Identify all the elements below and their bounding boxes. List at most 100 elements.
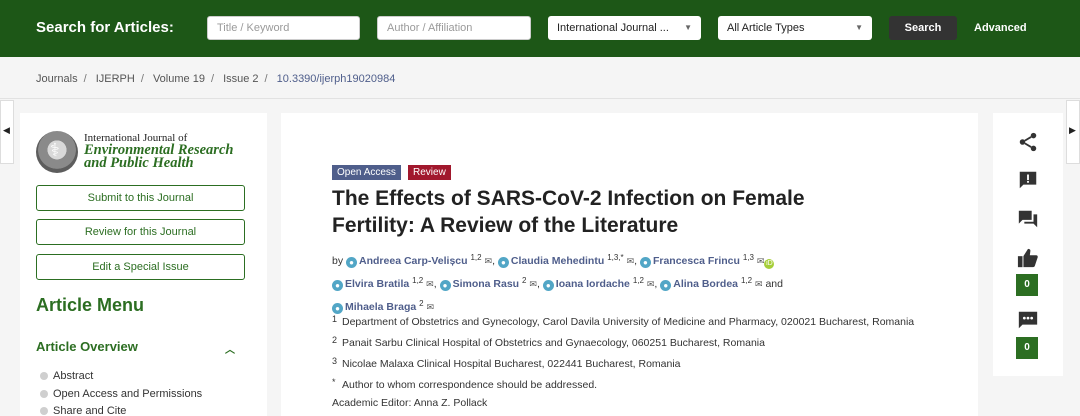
- and-label: and: [765, 278, 783, 290]
- author-affil: 1,2: [412, 276, 424, 285]
- search-button[interactable]: Search: [889, 16, 957, 40]
- search-bar: Search for Articles: International Journ…: [0, 0, 1080, 57]
- review-button[interactable]: Review for this Journal: [36, 219, 245, 245]
- journal-logo[interactable]: ⚕: [36, 131, 78, 173]
- author-name[interactable]: Francesca Frincu: [653, 255, 740, 267]
- affiliation-text: Nicolae Malaxa Clinical Hospital Buchare…: [342, 358, 681, 370]
- user-icon: ●: [542, 280, 554, 291]
- affiliation-number: 3: [332, 356, 338, 366]
- author-affil: 1,2: [470, 253, 482, 262]
- journal-name-line3: and Public Health: [84, 155, 194, 171]
- author[interactable]: ● Elvira Bratila 1,2 ✉: [332, 276, 434, 291]
- bullet-icon: [40, 390, 48, 398]
- advanced-search-link[interactable]: Advanced: [974, 22, 1027, 34]
- menu-item-label: Share and Cite: [53, 405, 127, 416]
- email-icon[interactable]: ✉: [757, 256, 765, 266]
- article-type-badge: Review: [408, 165, 451, 180]
- keyword-input[interactable]: [207, 16, 360, 40]
- breadcrumb-doi[interactable]: 10.3390/ijerph19020984: [277, 73, 396, 85]
- journal-select[interactable]: International Journal ... ▼: [548, 16, 701, 40]
- submit-button[interactable]: Submit to this Journal: [36, 185, 245, 211]
- author-affil: 2: [419, 299, 424, 308]
- user-icon: ●: [332, 280, 343, 291]
- comment-count: 0: [1016, 337, 1038, 359]
- author-list: by ● Andreea Carp-Velișcu 1,2 ✉, ● Claudia…: [332, 253, 783, 314]
- author-affil: 1,3,*: [607, 253, 624, 262]
- user-icon: ●: [660, 280, 672, 291]
- by-label: by: [332, 255, 344, 267]
- affiliations: 1 Department of Obstetrics and Gynecology…: [332, 310, 914, 394]
- search-title: Search for Articles:: [36, 19, 174, 36]
- affiliation-item: 1 Department of Obstetrics and Gynecology…: [332, 310, 914, 331]
- open-access-badge[interactable]: Open Access: [332, 165, 401, 180]
- author[interactable]: ● Andreea Carp-Velișcu 1,2 ✉: [346, 253, 493, 268]
- author-name[interactable]: Claudia Mehedintu: [511, 255, 604, 267]
- user-icon: ●: [346, 257, 358, 268]
- article-overview-toggle[interactable]: Article Overview: [36, 339, 138, 354]
- menu-item-permissions[interactable]: Open Access and Permissions: [40, 388, 202, 400]
- breadcrumb: Journals / IJERPH / Volume 19/ Issue 2/ 10…: [36, 73, 396, 85]
- breadcrumb-journals[interactable]: Journals: [36, 73, 78, 85]
- author-affil: 2: [522, 276, 527, 285]
- affiliation-number: *: [332, 377, 336, 387]
- special-issue-button[interactable]: Edit a Special Issue: [36, 254, 245, 280]
- menu-item-label: Abstract: [53, 370, 94, 382]
- affiliation-text: Author to whom correspondence should be …: [342, 379, 598, 391]
- breadcrumb-journal[interactable]: IJERPH: [96, 73, 135, 85]
- share-icon[interactable]: [1016, 131, 1040, 155]
- article-type-select[interactable]: All Article Types ▼: [718, 16, 872, 40]
- affiliation-number: 1: [332, 314, 338, 324]
- chevron-up-icon[interactable]: ︿: [225, 341, 235, 356]
- affiliation-text: Department of Obstetrics and Gynecology,…: [342, 316, 915, 328]
- like-icon[interactable]: [1016, 247, 1040, 271]
- breadcrumb-issue[interactable]: Issue 2: [223, 73, 258, 85]
- article-title: The Effects of SARS-CoV-2 Infection on F…: [332, 187, 805, 237]
- menu-item-label: Open Access and Permissions: [53, 388, 203, 400]
- author-input[interactable]: [377, 16, 531, 40]
- author-name[interactable]: Simona Rasu: [453, 278, 520, 290]
- email-icon[interactable]: ✉: [485, 256, 493, 266]
- email-icon[interactable]: ✉: [426, 279, 434, 289]
- author-name[interactable]: Ioana Iordache: [556, 278, 630, 290]
- affiliation-number: 2: [332, 335, 338, 345]
- comments-icon[interactable]: [1016, 208, 1040, 232]
- author-name[interactable]: Alina Bordea: [673, 278, 738, 290]
- email-icon[interactable]: ✉: [647, 279, 655, 289]
- comment-count-icon[interactable]: [1016, 309, 1040, 333]
- author-affil: 1,2: [740, 276, 753, 285]
- divider: [0, 98, 1080, 99]
- bullet-icon: [40, 372, 48, 380]
- journal-select-value: International Journal ...: [557, 22, 669, 34]
- author-name[interactable]: Elvira Bratila: [345, 278, 409, 290]
- affiliation-item: 2 Panait Sarbu Clinical Hospital of Obste…: [332, 331, 914, 352]
- author[interactable]: ● Claudia Mehedintu 1,3,* ✉: [497, 253, 635, 268]
- author[interactable]: ● Ioana Iordache 1,2 ✉: [542, 276, 655, 291]
- right-panel-toggle[interactable]: ▶: [1066, 100, 1080, 164]
- author[interactable]: ● Alina Bordea 1,2 ✉: [660, 276, 763, 291]
- affiliation-item: * Author to whom correspondence should be…: [332, 373, 914, 394]
- chevron-down-icon: ▼: [855, 23, 863, 32]
- email-icon[interactable]: ✉: [627, 256, 635, 266]
- menu-item-abstract[interactable]: Abstract: [40, 370, 93, 382]
- left-sidebar: ⚕ International Journal of Environmental…: [20, 113, 267, 416]
- breadcrumb-volume[interactable]: Volume 19: [153, 73, 205, 85]
- affiliation-text: Panait Sarbu Clinical Hospital of Obstet…: [342, 337, 765, 349]
- author[interactable]: ● Francesca Frincu 1,3 ✉ iD: [639, 253, 775, 269]
- email-icon[interactable]: ✉: [755, 279, 763, 289]
- email-icon[interactable]: ✉: [529, 279, 537, 289]
- orcid-icon[interactable]: iD: [764, 259, 775, 269]
- left-panel-toggle[interactable]: ◀: [0, 100, 14, 164]
- menu-item-share[interactable]: Share and Cite: [40, 405, 126, 416]
- affiliation-item: 3 Nicolae Malaxa Clinical Hospital Buchar…: [332, 352, 914, 373]
- report-icon[interactable]: [1016, 169, 1040, 193]
- author[interactable]: ● Simona Rasu 2 ✉: [439, 276, 537, 291]
- user-icon: ●: [439, 280, 451, 291]
- article-actions: 0 0: [993, 113, 1063, 376]
- like-count: 0: [1016, 274, 1038, 296]
- article-panel: Open Access Review The Effects of SARS-C…: [281, 113, 978, 416]
- article-type-value: All Article Types: [727, 22, 805, 34]
- user-icon: ●: [497, 257, 509, 268]
- author-name[interactable]: Andreea Carp-Velișcu: [359, 255, 468, 267]
- author-affil: 1,2: [632, 276, 644, 285]
- journal-name[interactable]: International Journal of Environmental R…: [84, 132, 233, 170]
